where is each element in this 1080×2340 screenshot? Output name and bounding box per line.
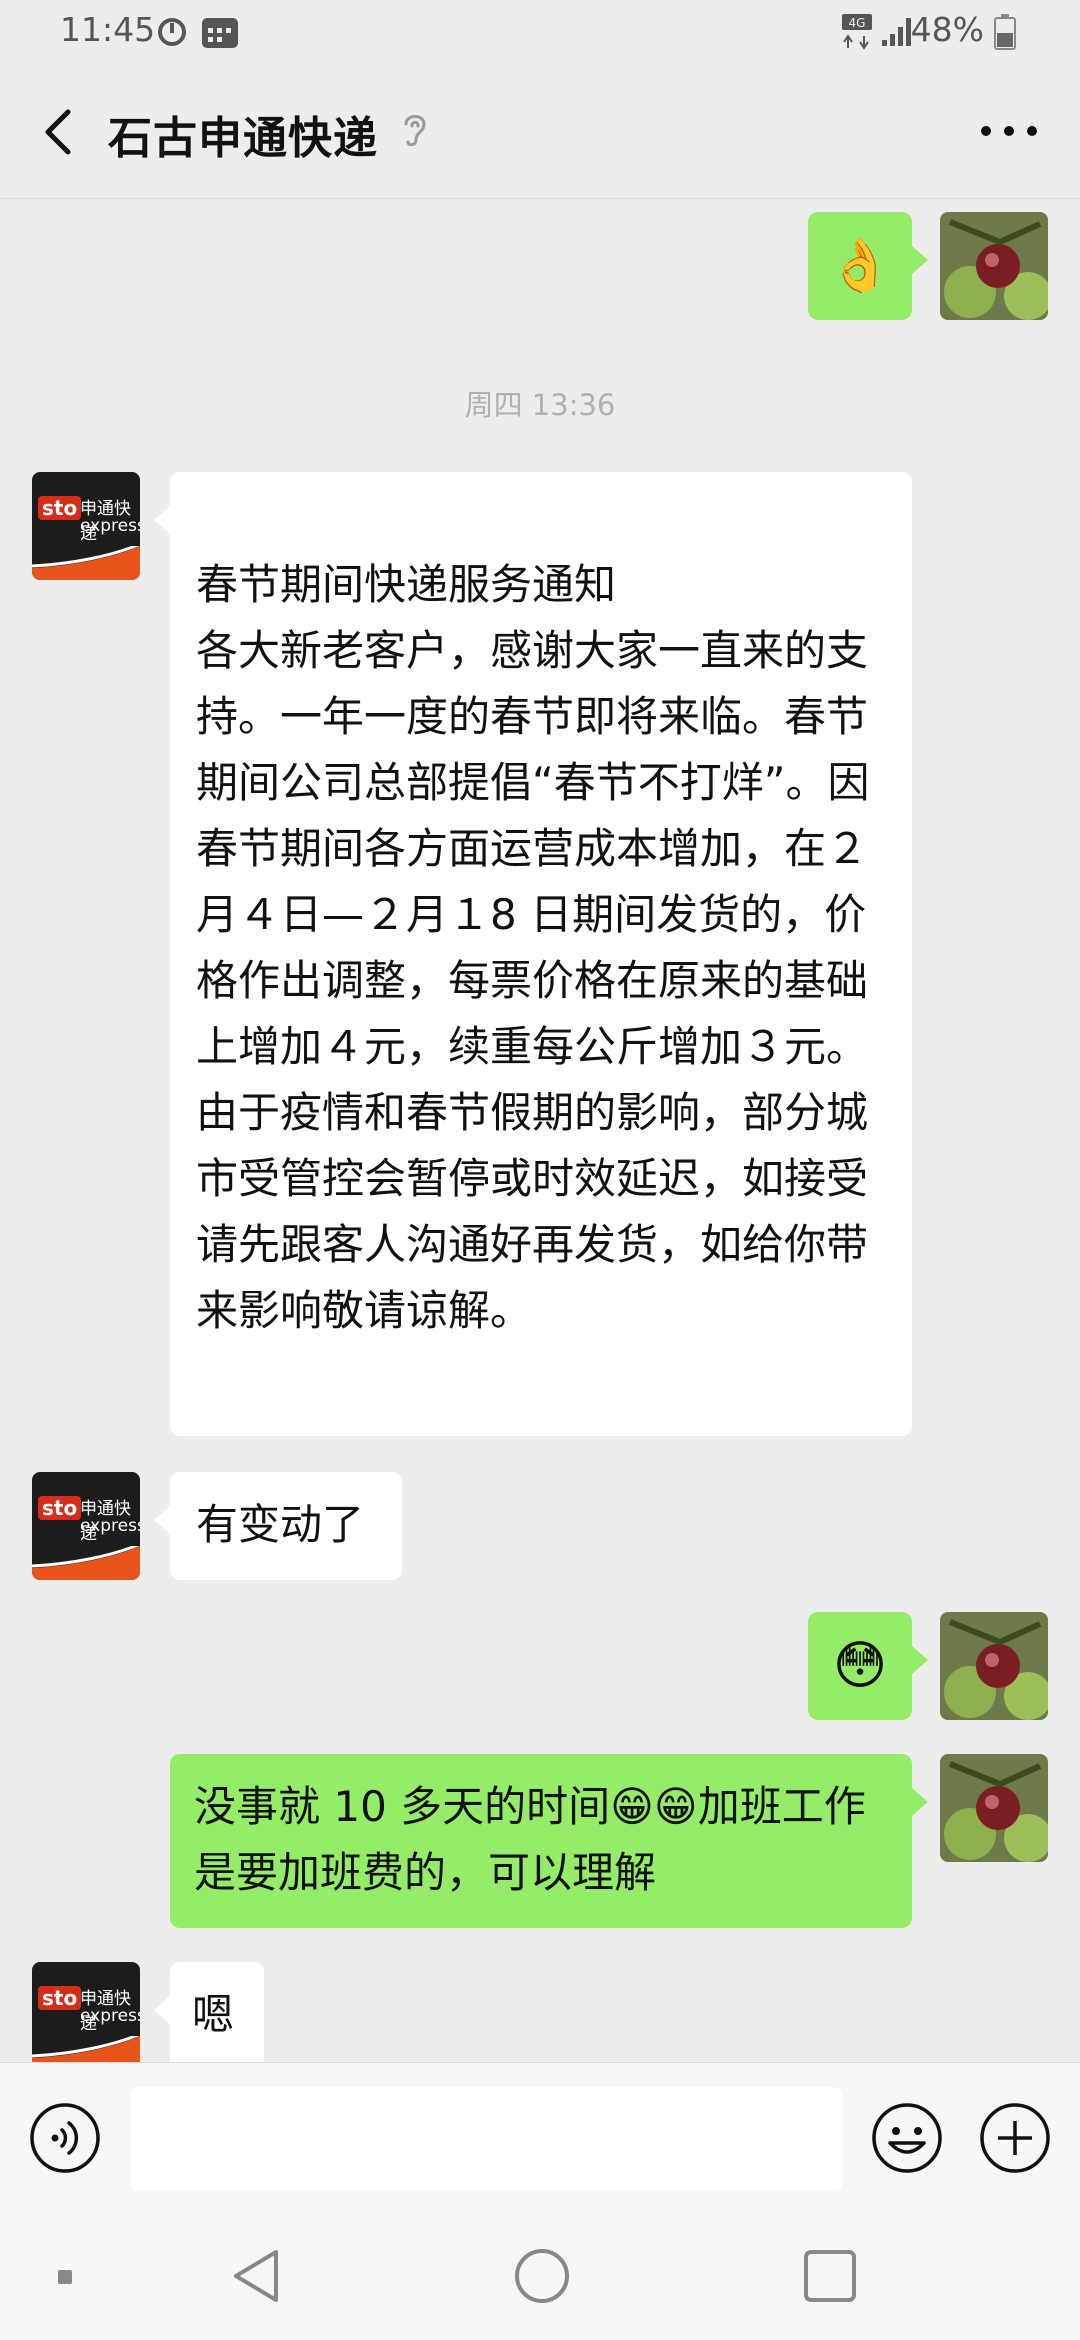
my-avatar[interactable]: [940, 1612, 1048, 1720]
message-input[interactable]: [130, 2087, 842, 2191]
calendar-icon: [200, 14, 240, 54]
status-bar: 11:45 4G 48%: [0, 0, 1080, 66]
message-bubble-them[interactable]: 有变动了: [154, 1472, 402, 1580]
contact-avatar[interactable]: sto 申通快递 express: [32, 1472, 140, 1580]
input-bar: [0, 2062, 1080, 2213]
message-bubble-notice[interactable]: 春节期间快递服务通知 各大新老客户，感谢大家一直来的支持。一年一度的春节即将来临…: [154, 472, 912, 1436]
notice-title: 春节期间快递服务通知: [196, 560, 617, 609]
contact-avatar[interactable]: sto 申通快递 express: [32, 1962, 140, 2062]
chat-title: 石古申通快递: [108, 113, 378, 164]
message-timestamp: 周四 13:36: [464, 388, 616, 422]
sto-logo-en: express: [80, 1516, 140, 1536]
voice-icon[interactable]: [28, 2101, 102, 2175]
my-avatar[interactable]: [940, 212, 1048, 320]
emoji-icon[interactable]: [870, 2101, 944, 2175]
plus-icon[interactable]: [978, 2101, 1052, 2175]
sto-logo-badge: sto: [38, 1986, 82, 2010]
sto-logo-en: express: [80, 2006, 140, 2026]
my-avatar[interactable]: [940, 1754, 1048, 1862]
sto-logo-badge: sto: [38, 1496, 82, 1520]
sto-swoosh-graphic: [32, 1546, 140, 1580]
status-time: 11:45: [60, 10, 156, 49]
message-list[interactable]: 👌 周四 13:36 sto 申通快递 express 春节期间快递服务通知 各…: [0, 198, 1080, 2062]
network-4g-icon: 4G: [840, 12, 876, 56]
battery-percent: 48%: [910, 10, 984, 49]
chat-header: 石古申通快递: [0, 66, 1080, 199]
notice-body: 各大新老客户，感谢大家一直来的支持。一年一度的春节即将来临。春节期间公司总部提倡…: [196, 626, 870, 1335]
system-nav-bar: [0, 2212, 1080, 2340]
message-bubble-me[interactable]: 没事就 10 多天的时间😁😁加班工作是要加班费的，可以理解: [170, 1754, 928, 1928]
alarm-icon: [156, 14, 188, 52]
nav-home-icon[interactable]: [512, 2246, 572, 2310]
sto-logo-en: express: [80, 516, 140, 536]
message-bubble-me[interactable]: 😳: [808, 1612, 928, 1720]
nav-back-icon[interactable]: [226, 2246, 286, 2310]
sto-swoosh-graphic: [32, 2036, 140, 2062]
contact-avatar[interactable]: sto 申通快递 express: [32, 472, 140, 580]
sto-swoosh-graphic: [32, 546, 140, 580]
ear-icon: [398, 110, 432, 154]
message-bubble-me[interactable]: 👌: [808, 212, 928, 320]
nav-dot-icon[interactable]: [56, 2268, 74, 2290]
nav-recents-icon[interactable]: [800, 2246, 860, 2310]
battery-icon: [994, 14, 1016, 54]
back-arrow-icon[interactable]: [30, 102, 90, 162]
svg-text:4G: 4G: [849, 16, 866, 30]
message-bubble-them[interactable]: 嗯: [154, 1962, 264, 2062]
more-dots-icon[interactable]: [974, 116, 1044, 146]
sto-logo-badge: sto: [38, 496, 82, 520]
